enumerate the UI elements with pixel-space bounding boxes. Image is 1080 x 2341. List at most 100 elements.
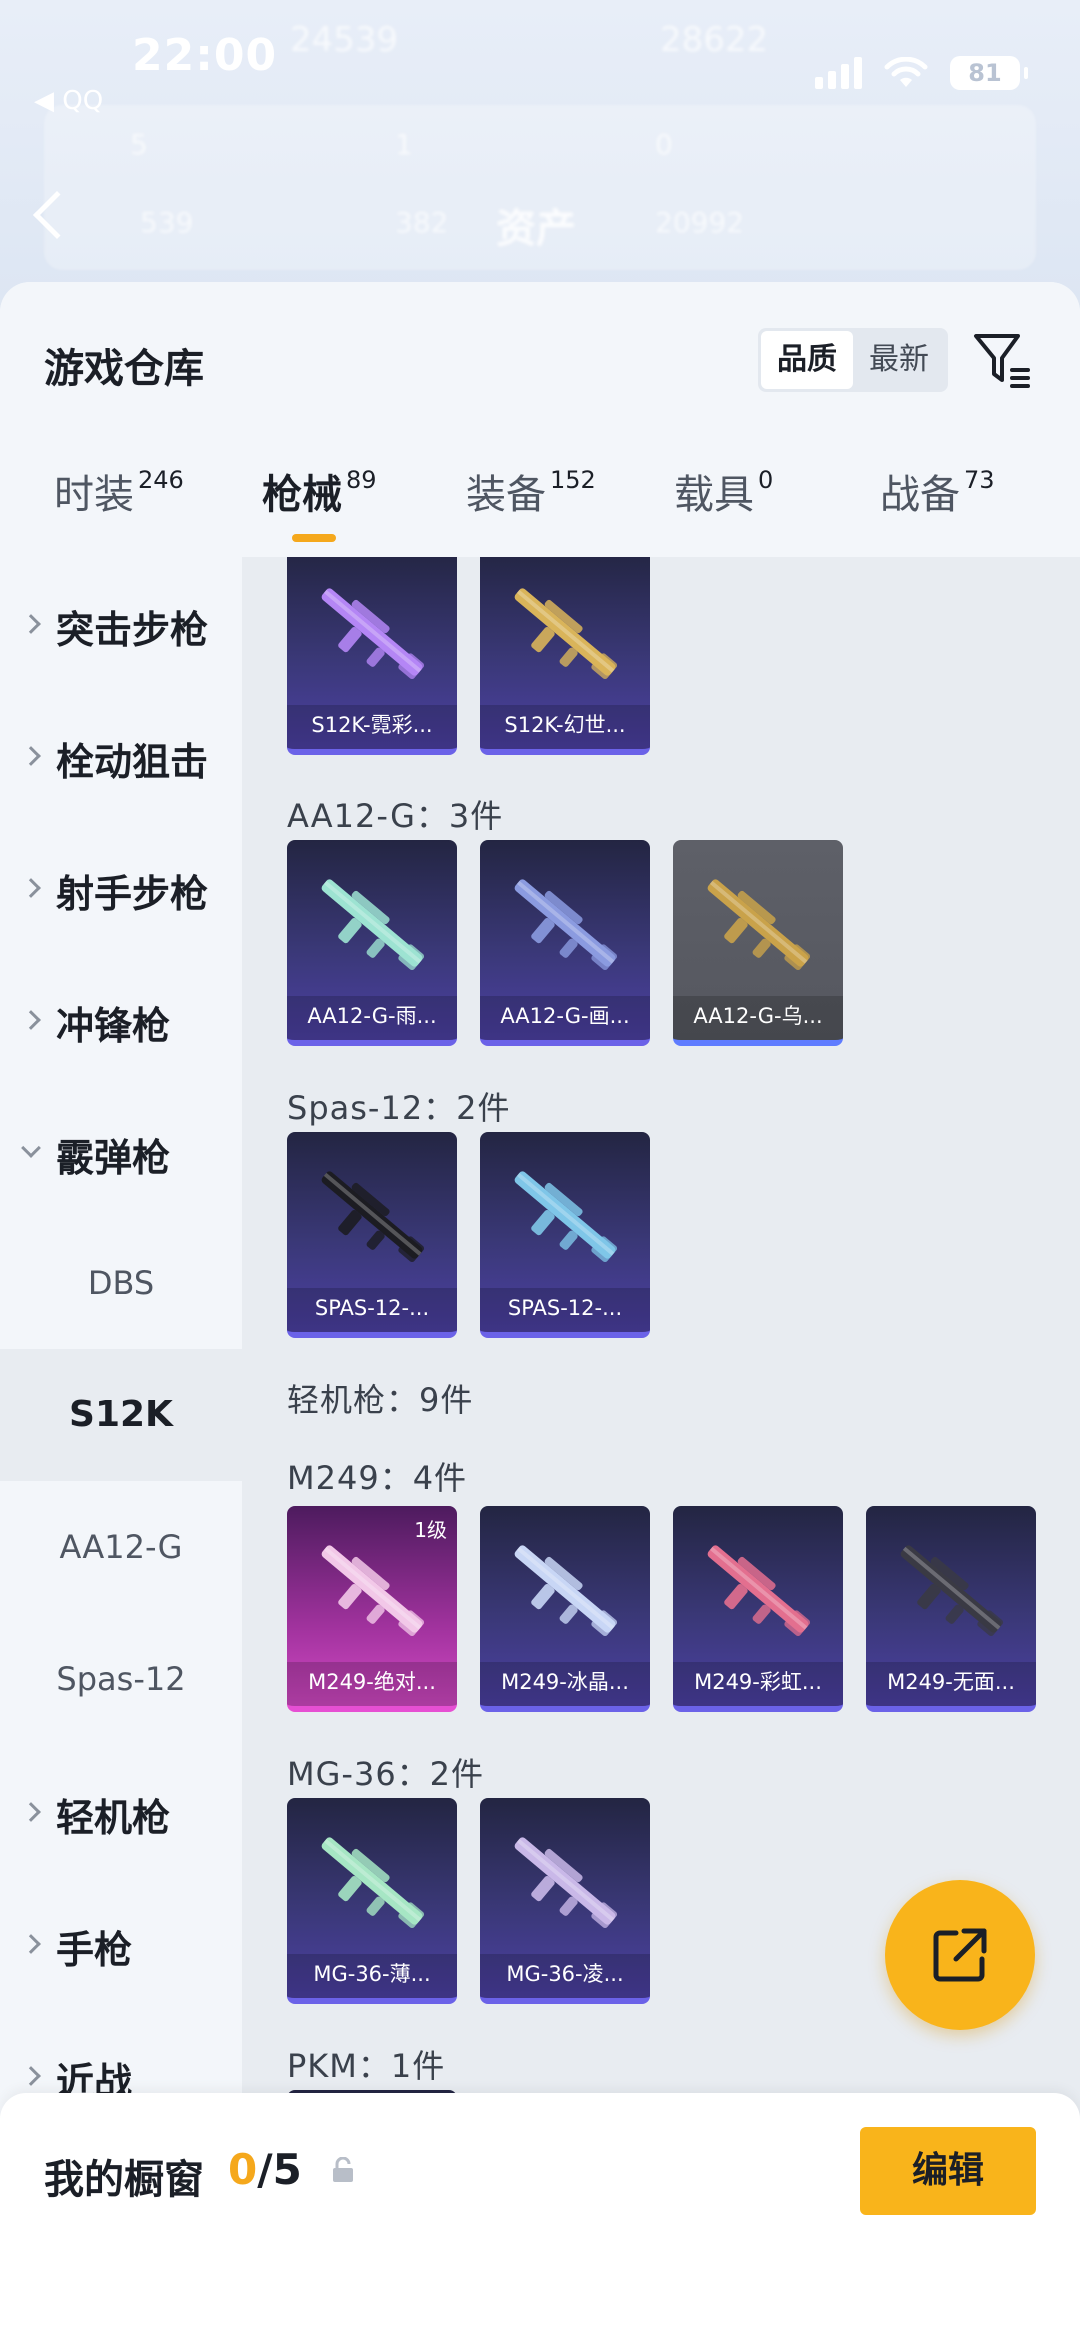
share-button[interactable] xyxy=(885,1880,1035,2030)
weapon-icon xyxy=(321,1837,425,1929)
sort-latest-button[interactable]: 最新 xyxy=(853,331,945,389)
sidebar-item-label: 手枪 xyxy=(56,1928,133,1972)
sidebar-item-label: 冲锋枪 xyxy=(56,1004,171,1048)
edit-button[interactable]: 编辑 xyxy=(860,2127,1036,2215)
skin-card[interactable]: S12K-幻世... xyxy=(480,557,650,755)
tab-equipment[interactable]: 装备 152 xyxy=(466,462,596,557)
skin-card[interactable]: AA12-G-乌... xyxy=(673,840,843,1046)
group-header: 轻机枪：9件 xyxy=(287,1381,474,1419)
chevron-right-icon xyxy=(21,1010,41,1030)
level-badge: 1级 xyxy=(414,1518,447,1542)
backdrop-value: 24539 xyxy=(290,20,399,60)
backdrop-value: 5 xyxy=(130,128,148,161)
backdrop-value: 1 xyxy=(395,128,413,161)
group-header: MG-36：2件 xyxy=(287,1755,485,1793)
skin-card[interactable]: SPAS-12-... xyxy=(287,1132,457,1338)
skin-name: S12K-霓彩... xyxy=(287,705,457,749)
skin-name: SPAS-12-... xyxy=(287,1288,457,1332)
sidebar-item-smg[interactable]: 冲锋枪 xyxy=(0,953,242,1085)
chevron-right-icon xyxy=(21,1802,41,1822)
page-title: 游戏仓库 xyxy=(44,346,204,392)
chevron-right-icon xyxy=(21,1934,41,1954)
skin-name: M249-冰晶... xyxy=(480,1662,650,1706)
active-tab-indicator xyxy=(292,534,336,542)
skin-name: M249-绝对... xyxy=(287,1662,457,1706)
backdrop-value: 0 xyxy=(655,128,673,161)
weapon-icon xyxy=(707,1545,811,1637)
group-header: Spas-12：2件 xyxy=(287,1089,511,1127)
lock-icon xyxy=(333,2157,353,2182)
skin-card[interactable]: SPAS-12-... xyxy=(480,1132,650,1338)
chevron-right-icon xyxy=(21,746,41,766)
tab-vehicles[interactable]: 载具 0 xyxy=(674,462,773,557)
skin-card[interactable]: AA12-G-画... xyxy=(480,840,650,1046)
tab-firearms[interactable]: 枪械 89 xyxy=(262,462,377,557)
skin-name: MG-36-薄... xyxy=(287,1954,457,1998)
skin-card[interactable]: AA12-G-雨... xyxy=(287,840,457,1046)
skin-card[interactable]: M249-无面... xyxy=(866,1506,1036,1712)
weapon-icon xyxy=(321,1171,425,1263)
weapon-icon xyxy=(514,879,618,971)
skin-card[interactable]: M249-彩虹... xyxy=(673,1506,843,1712)
weapon-skin-grid: S12K-霓彩... S12K-幻世... AA12-G：3件 AA12-G-雨… xyxy=(242,557,1080,2341)
sidebar-subitem-dbs[interactable]: DBS xyxy=(0,1217,242,1349)
tab-fashion[interactable]: 时装 246 xyxy=(54,462,184,557)
skin-name: M249-无面... xyxy=(866,1662,1036,1706)
skin-name: AA12-G-雨... xyxy=(287,996,457,1040)
sidebar-subitem-spas12[interactable]: Spas-12 xyxy=(0,1613,242,1745)
backdrop-value: 382 xyxy=(395,206,449,239)
sort-quality-button[interactable]: 品质 xyxy=(761,331,853,389)
sidebar-item-label: 突击步枪 xyxy=(56,608,209,652)
showcase-bar: 我的橱窗 0/5 编辑 xyxy=(0,2093,1080,2341)
sidebar-item-shotgun[interactable]: 霰弹枪 xyxy=(0,1085,242,1217)
sidebar-item-lmg[interactable]: 轻机枪 xyxy=(0,1745,242,1877)
showcase-count: 0/5 xyxy=(228,2145,302,2194)
chevron-right-icon xyxy=(21,2066,41,2086)
skin-card[interactable]: M249-冰晶... xyxy=(480,1506,650,1712)
skin-card[interactable]: S12K-霓彩... xyxy=(287,557,457,755)
skin-card[interactable]: MG-36-薄... xyxy=(287,1798,457,2004)
chevron-right-icon xyxy=(21,614,41,634)
status-time: 22:00 xyxy=(132,30,278,81)
group-header: PKM：1件 xyxy=(287,2047,446,2085)
skin-card[interactable]: MG-36-凌... xyxy=(480,1798,650,2004)
group-header: M249：4件 xyxy=(287,1459,468,1497)
backdrop-value: 28622 xyxy=(660,20,769,60)
sidebar-item-label: 射手步枪 xyxy=(56,872,209,916)
sidebar-item-label: 霰弹枪 xyxy=(56,1136,171,1180)
weapon-icon xyxy=(900,1545,1004,1637)
weapon-icon xyxy=(514,1545,618,1637)
skin-name: AA12-G-画... xyxy=(480,996,650,1040)
tab-supplies[interactable]: 战备 73 xyxy=(880,462,995,557)
weapon-icon xyxy=(514,1171,618,1263)
filter-list-icon[interactable] xyxy=(972,328,1034,390)
tab-label: 载具 xyxy=(674,472,754,518)
showcase-count-current: 0 xyxy=(228,2145,258,2194)
backdrop-value: 539 xyxy=(140,206,194,239)
warehouse-sheet: 游戏仓库 品质 最新 时装 246 枪械 89 装备 152 载具 0 战备 7… xyxy=(0,282,1080,2341)
sidebar-item-assault-rifle[interactable]: 突击步枪 xyxy=(0,557,242,689)
tab-label: 战备 xyxy=(880,472,960,518)
tab-count: 89 xyxy=(346,465,377,494)
share-external-icon xyxy=(933,1928,987,1982)
tab-label: 枪械 xyxy=(262,472,342,518)
chevron-down-icon xyxy=(21,1138,41,1158)
sidebar-item-bolt-sniper[interactable]: 栓动狙击 xyxy=(0,689,242,821)
status-icons: 81 xyxy=(815,56,1028,90)
sort-toggle: 品质 最新 xyxy=(758,328,948,392)
weapon-icon xyxy=(514,1837,618,1929)
sidebar-item-marksman-rifle[interactable]: 射手步枪 xyxy=(0,821,242,953)
skin-card[interactable]: 1级 M249-绝对... xyxy=(287,1506,457,1712)
tab-count: 73 xyxy=(964,465,995,494)
tab-count: 0 xyxy=(758,465,774,494)
sidebar-subitem-s12k[interactable]: S12K xyxy=(0,1349,242,1481)
sidebar-item-pistol[interactable]: 手枪 xyxy=(0,1877,242,2009)
sheet-header: 游戏仓库 品质 最新 时装 246 枪械 89 装备 152 载具 0 战备 7… xyxy=(0,282,1080,557)
battery-icon: 81 xyxy=(950,56,1028,90)
weapon-icon xyxy=(321,588,425,680)
chevron-right-icon xyxy=(21,878,41,898)
tab-label: 装备 xyxy=(466,472,546,518)
skin-name: MG-36-凌... xyxy=(480,1954,650,1998)
back-to-app-link[interactable]: ◀ QQ xyxy=(34,86,103,116)
sidebar-subitem-aa12g[interactable]: AA12-G xyxy=(0,1481,242,1613)
